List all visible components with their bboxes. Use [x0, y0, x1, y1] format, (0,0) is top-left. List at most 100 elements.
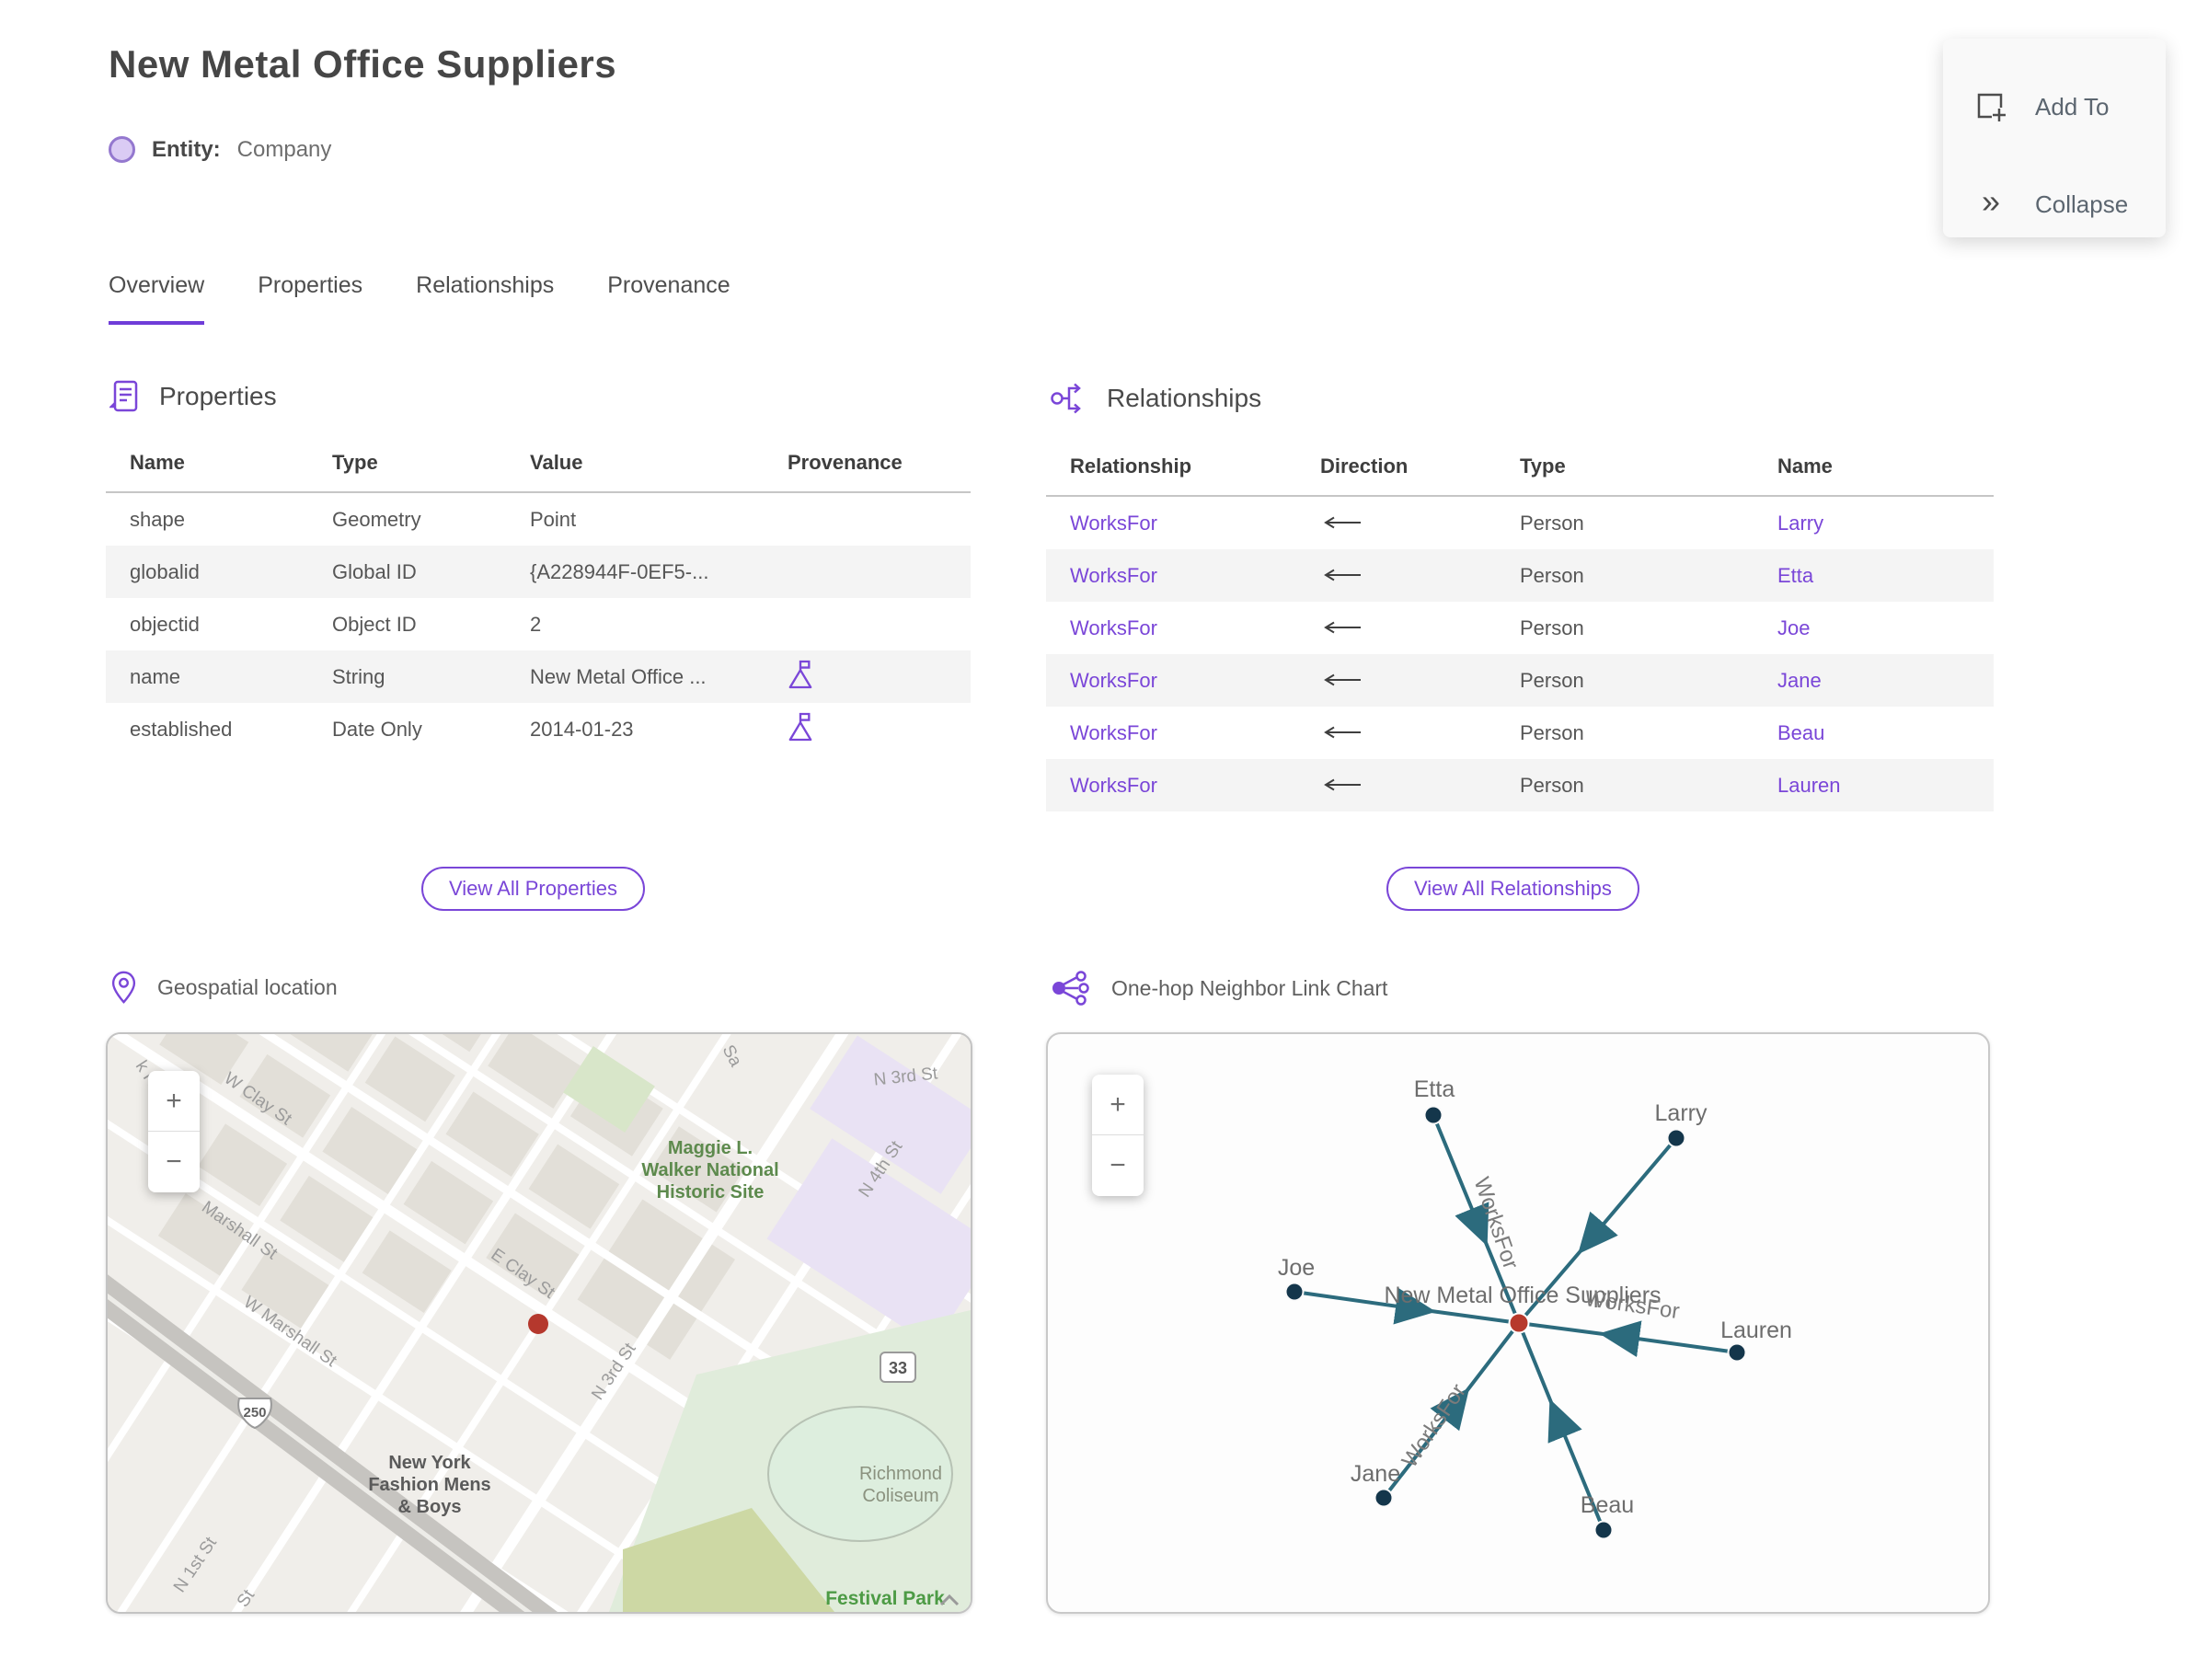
- svg-text:New York: New York: [388, 1453, 471, 1473]
- link-chart-header: One-hop Neighbor Link Chart: [1051, 970, 1387, 1007]
- properties-section: Properties Name Type Value Provenance sh…: [106, 379, 971, 755]
- svg-text:Beau: Beau: [1581, 1492, 1634, 1518]
- entity-name-link[interactable]: Jane: [1777, 669, 1822, 692]
- svg-text:33: 33: [889, 1359, 907, 1377]
- map-location-marker[interactable]: [528, 1314, 548, 1334]
- link-chart-canvas[interactable]: Etta Larry Joe Lauren Jane Beau New Meta…: [1048, 1034, 1988, 1612]
- table-row: WorksFor Person Joe: [1046, 602, 1994, 654]
- relationships-table: Relationship Direction Type Name WorksFo…: [1046, 443, 1994, 811]
- link-chart-title: One-hop Neighbor Link Chart: [1111, 975, 1388, 1000]
- node-center-entity[interactable]: [1508, 1312, 1530, 1334]
- col-header-type: Type: [1496, 443, 1754, 497]
- table-row: globalid Global ID {A228944F-0EF5-...: [106, 546, 971, 598]
- rel-type: Person: [1520, 563, 1584, 587]
- rel-type: Person: [1520, 720, 1584, 744]
- collapse-label: Collapse: [2035, 190, 2129, 218]
- arrow-left-icon: [1324, 778, 1361, 790]
- add-to-button[interactable]: Add To: [1974, 90, 2109, 123]
- arrow-left-icon: [1324, 516, 1361, 528]
- action-panel: Add To » Collapse: [1943, 39, 2166, 237]
- col-header-value: Value: [506, 440, 764, 493]
- relationship-link[interactable]: WorksFor: [1070, 669, 1157, 692]
- rel-type: Person: [1520, 511, 1584, 535]
- entity-name-link[interactable]: Larry: [1777, 512, 1823, 535]
- route-shield-33: 33: [880, 1352, 916, 1383]
- collapse-button[interactable]: » Collapse: [1974, 182, 2129, 221]
- entity-type-value: Company: [236, 136, 332, 162]
- svg-text:250: 250: [243, 1405, 266, 1421]
- tab-overview[interactable]: Overview: [109, 272, 205, 325]
- prop-type: Object ID: [332, 612, 417, 636]
- svg-text:& Boys: & Boys: [398, 1497, 462, 1517]
- svg-text:Jane: Jane: [1351, 1461, 1400, 1487]
- provenance-flag-icon[interactable]: [788, 658, 813, 691]
- prop-value: Point: [530, 507, 577, 531]
- view-all-properties-button[interactable]: View All Properties: [421, 867, 646, 911]
- svg-text:Maggie L.: Maggie L.: [668, 1138, 753, 1158]
- relationship-link[interactable]: WorksFor: [1070, 616, 1157, 639]
- table-row: WorksFor Person Larry: [1046, 496, 1994, 549]
- node-beau[interactable]: [1593, 1520, 1614, 1540]
- view-all-relationships-button[interactable]: View All Relationships: [1386, 867, 1639, 911]
- svg-text:Coliseum: Coliseum: [862, 1486, 938, 1506]
- relationship-link[interactable]: WorksFor: [1070, 774, 1157, 797]
- relationships-section-title: Relationships: [1107, 384, 1262, 412]
- relationships-section-header: Relationships: [1050, 379, 1994, 418]
- prop-type: Geometry: [332, 507, 421, 531]
- relationship-link[interactable]: WorksFor: [1070, 564, 1157, 587]
- entity-name-link[interactable]: Joe: [1777, 616, 1810, 639]
- col-header-type: Type: [308, 440, 506, 493]
- node-larry[interactable]: [1666, 1128, 1686, 1148]
- relationships-icon: [1051, 383, 1081, 414]
- chart-zoom-out-button[interactable]: −: [1092, 1135, 1144, 1196]
- relationship-link[interactable]: WorksFor: [1070, 512, 1157, 535]
- prop-value: 2014-01-23: [530, 717, 634, 741]
- node-etta[interactable]: [1423, 1105, 1443, 1125]
- prop-name: name: [130, 664, 181, 688]
- prop-name: shape: [130, 507, 185, 531]
- rel-type: Person: [1520, 668, 1584, 692]
- entity-page: New Metal Office Suppliers Entity: Compa…: [0, 0, 2208, 1680]
- prop-value: New Metal Office ...: [530, 664, 707, 688]
- collapse-chevrons-icon: »: [1981, 182, 2001, 220]
- arrow-left-icon: [1324, 569, 1361, 581]
- node-lauren[interactable]: [1727, 1342, 1747, 1363]
- entity-label: Entity:: [152, 136, 221, 162]
- add-to-icon: [1974, 90, 2007, 123]
- entity-name-link[interactable]: Beau: [1777, 721, 1824, 744]
- prop-type: Global ID: [332, 559, 417, 583]
- col-header-relationship: Relationship: [1046, 443, 1296, 497]
- arrow-left-icon: [1324, 621, 1361, 633]
- node-joe[interactable]: [1284, 1282, 1305, 1302]
- col-header-direction: Direction: [1296, 443, 1496, 497]
- tab-relationships[interactable]: Relationships: [416, 272, 554, 325]
- map-zoom-out-button[interactable]: −: [148, 1132, 200, 1192]
- entity-name-link[interactable]: Etta: [1777, 564, 1813, 587]
- entity-type-dot-icon: [109, 136, 135, 163]
- arrow-left-icon: [1324, 673, 1361, 685]
- chart-zoom-in-button[interactable]: +: [1092, 1075, 1144, 1135]
- add-to-label: Add To: [2035, 92, 2110, 121]
- svg-text:Fashion Mens: Fashion Mens: [368, 1475, 490, 1495]
- table-row: WorksFor Person Etta: [1046, 549, 1994, 602]
- entity-name-link[interactable]: Lauren: [1777, 774, 1841, 797]
- page-title: New Metal Office Suppliers: [109, 42, 617, 86]
- map-zoom-in-button[interactable]: +: [148, 1071, 200, 1132]
- table-row: WorksFor Person Lauren: [1046, 759, 1994, 811]
- map-widget: k Rd W Clay St Sa N 3rd St N 4th St Mars…: [106, 1032, 972, 1614]
- link-chart-node-labels: Etta Larry Joe Lauren Jane Beau New Meta…: [1278, 1076, 1792, 1518]
- provenance-flag-icon[interactable]: [788, 710, 813, 743]
- col-header-name: Name: [106, 440, 308, 493]
- properties-section-title: Properties: [159, 382, 277, 410]
- node-jane[interactable]: [1374, 1488, 1394, 1508]
- table-row: name String New Metal Office ...: [106, 650, 971, 703]
- properties-icon: [109, 380, 138, 412]
- map-canvas[interactable]: k Rd W Clay St Sa N 3rd St N 4th St Mars…: [108, 1034, 971, 1612]
- prop-name: objectid: [130, 612, 200, 636]
- col-header-provenance: Provenance: [764, 440, 971, 493]
- relationship-link[interactable]: WorksFor: [1070, 721, 1157, 744]
- properties-table: Name Type Value Provenance shape Geometr…: [106, 440, 971, 755]
- tab-provenance[interactable]: Provenance: [607, 272, 730, 325]
- tab-properties[interactable]: Properties: [258, 272, 362, 325]
- svg-text:WorksFor: WorksFor: [1397, 1379, 1471, 1472]
